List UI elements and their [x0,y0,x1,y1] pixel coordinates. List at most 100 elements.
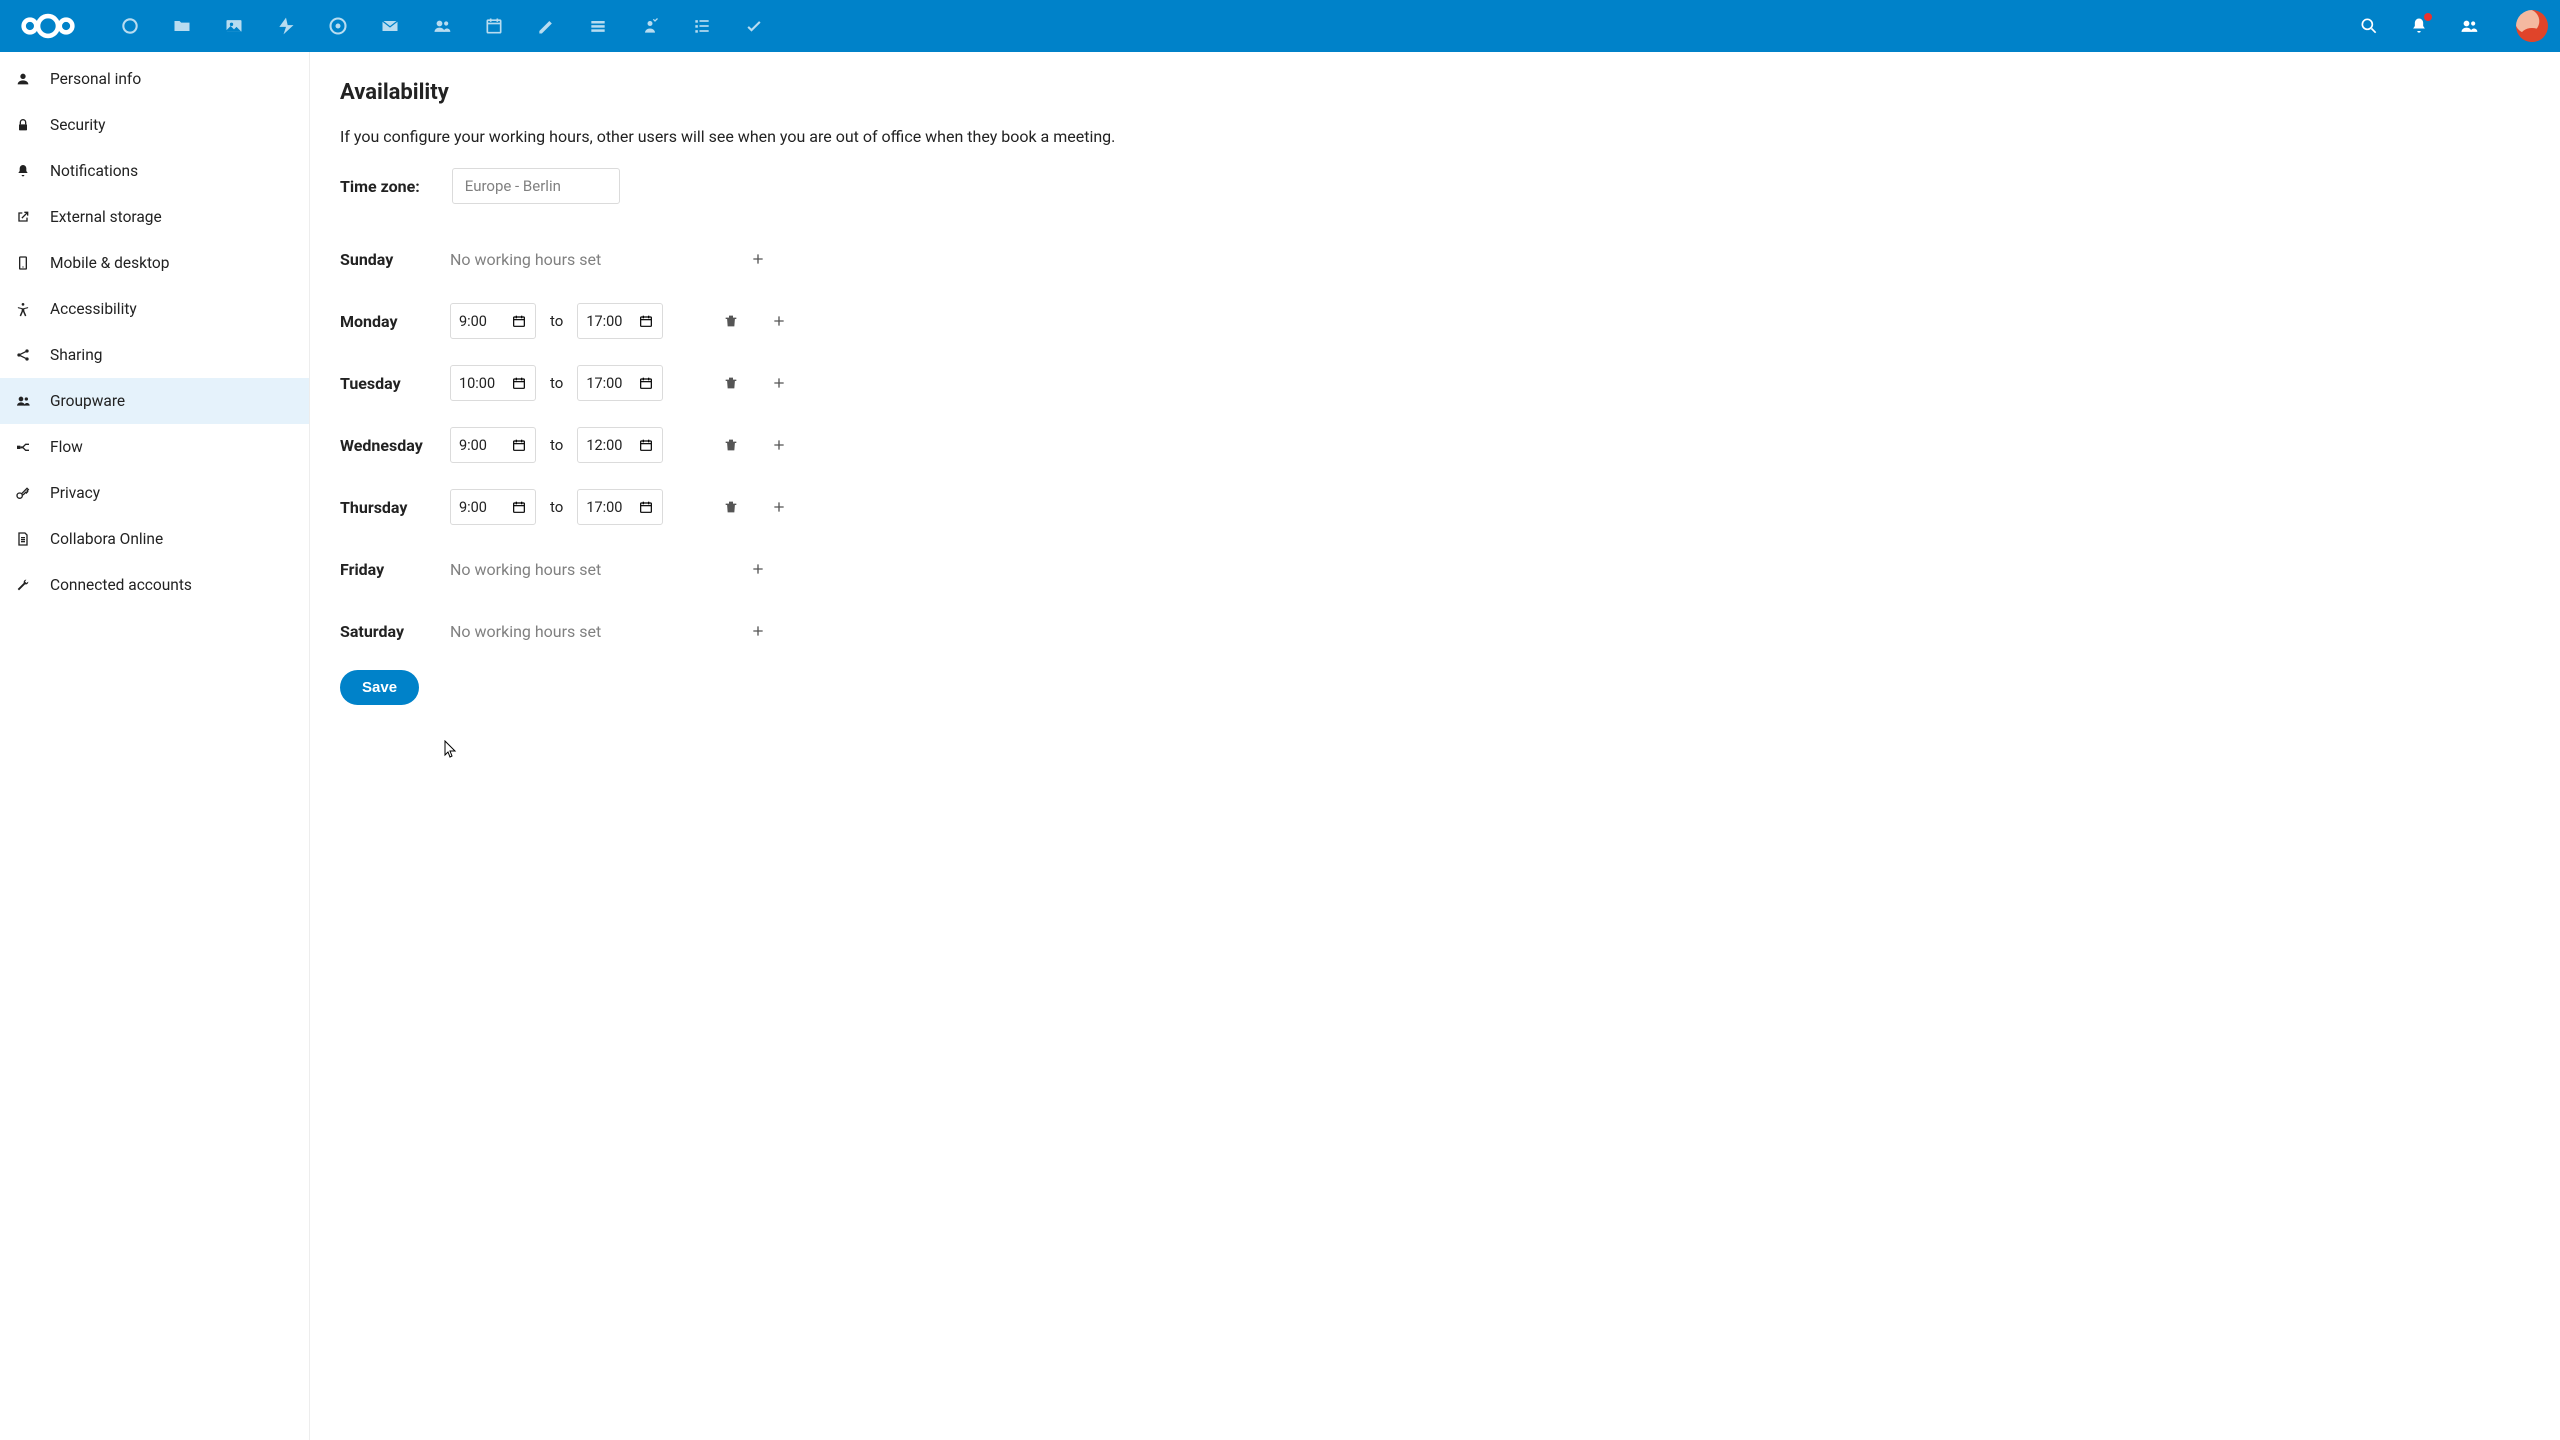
no-hours-text: No working hours set [450,560,740,579]
sidebar-item-label: Accessibility [50,300,137,318]
day-row-tuesday: Tuesday10:00to17:00 [340,352,2530,414]
sidebar-item-label: Mobile & desktop [50,254,169,272]
sidebar-item-label: External storage [50,208,162,226]
to-time-input[interactable]: 17:00 [577,303,663,339]
sidebar-item-connected-accounts[interactable]: Connected accounts [0,562,309,608]
sidebar-item-label: Groupware [50,392,125,410]
add-slot-button[interactable] [761,303,797,339]
nav-dashboard-icon[interactable] [104,0,156,52]
add-slot-button[interactable] [761,365,797,401]
add-slot-button[interactable] [740,551,776,587]
time-slot: 10:00to17:00 [450,365,797,401]
nav-talk-icon[interactable] [312,0,364,52]
to-time-input[interactable]: 17:00 [577,365,663,401]
from-time-input[interactable]: 9:00 [450,427,536,463]
nav-calendar-icon[interactable] [468,0,520,52]
to-time-input[interactable]: 12:00 [577,427,663,463]
timezone-row: Time zone: Europe - Berlin [340,168,2530,204]
nav-files-icon[interactable] [156,0,208,52]
day-label: Monday [340,312,450,331]
add-slot-button[interactable] [761,489,797,525]
sidebar-item-accessibility[interactable]: Accessibility [0,286,309,332]
calendar-icon [638,499,654,515]
sidebar-item-flow[interactable]: Flow [0,424,309,470]
to-time-value: 17:00 [586,313,622,330]
sidebar-item-label: Notifications [50,162,138,180]
from-time-value: 10:00 [459,375,495,392]
delete-slot-button[interactable] [713,303,749,339]
sidebar-item-privacy[interactable]: Privacy [0,470,309,516]
no-hours-text: No working hours set [450,622,740,641]
bell-icon [14,162,32,180]
sidebar-item-external-storage[interactable]: External storage [0,194,309,240]
group-icon [14,392,32,410]
to-label: to [550,436,563,454]
nav-deck-icon[interactable] [572,0,624,52]
sidebar-item-label: Collabora Online [50,530,163,548]
wrench-icon [14,576,32,594]
share-icon [14,346,32,364]
day-row-sunday: SundayNo working hours set [340,228,2530,290]
content-wrapper: Personal infoSecurity Notifications Extern… [0,52,2560,1440]
to-time-input[interactable]: 17:00 [577,489,663,525]
time-slot: 9:00 to 12:00 [450,427,797,463]
day-row-monday: Monday9:00 to 17:00 [340,290,2530,352]
nav-check-icon[interactable] [728,0,780,52]
add-slot-button[interactable] [740,241,776,277]
to-label: to [550,312,563,330]
calendar-icon [511,499,527,515]
nav-contacts2-icon[interactable] [624,0,676,52]
nav-mail-icon[interactable] [364,0,416,52]
lock-icon [14,116,32,134]
from-time-input[interactable]: 10:00 [450,365,536,401]
nav-contacts-icon[interactable] [416,0,468,52]
calendar-icon [638,375,654,391]
delete-slot-button[interactable] [713,489,749,525]
users-icon[interactable] [2458,15,2480,37]
sidebar-item-label: Sharing [50,346,102,364]
sidebar-item-notifications[interactable]: Notifications [0,148,309,194]
doc-icon [14,530,32,548]
calendar-icon [638,437,654,453]
sidebar-item-mobile-desktop[interactable]: Mobile & desktop [0,240,309,286]
page-description: If you configure your working hours, oth… [340,127,2530,146]
avatar[interactable] [2516,10,2548,42]
sidebar-item-personal-info[interactable]: Personal info [0,56,309,102]
from-time-input[interactable]: 9:00 [450,303,536,339]
sidebar-item-groupware[interactable]: Groupware [0,378,309,424]
time-slot: 9:00to17:00 [450,489,797,525]
sidebar-item-security[interactable]: Security [0,102,309,148]
timezone-select[interactable]: Europe - Berlin [452,168,620,204]
topbar-right [2358,10,2548,42]
sidebar-item-label: Privacy [50,484,100,502]
days-container: SundayNo working hours setMonday9:00to17… [340,228,2530,662]
flow-icon [14,438,32,456]
mobile-icon [14,254,32,272]
app-logo[interactable] [20,10,76,42]
day-label: Sunday [340,250,450,269]
nav-tasks-icon[interactable] [676,0,728,52]
notifications-icon[interactable] [2408,15,2430,37]
sidebar-item-collabora-online[interactable]: Collabora Online [0,516,309,562]
topbar [0,0,2560,52]
nav-notes-icon[interactable] [520,0,572,52]
delete-slot-button[interactable] [713,427,749,463]
time-slot: 9:00 to 17:00 [450,303,797,339]
sidebar-item-sharing[interactable]: Sharing [0,332,309,378]
calendar-icon [511,375,527,391]
sidebar-item-label: Flow [50,438,83,456]
calendar-icon [638,313,654,329]
search-icon[interactable] [2358,15,2380,37]
settings-sidebar: Personal infoSecurity Notifications Extern… [0,52,310,1440]
nav-activity-icon[interactable] [260,0,312,52]
add-slot-button[interactable] [740,613,776,649]
add-slot-button[interactable] [761,427,797,463]
to-time-value: 12:00 [586,437,622,454]
day-row-thursday: Thursday9:00to17:00 [340,476,2530,538]
save-button[interactable]: Save [340,670,419,705]
delete-slot-button[interactable] [713,365,749,401]
from-time-input[interactable]: 9:00 [450,489,536,525]
day-row-friday: FridayNo working hours set [340,538,2530,600]
nav-photos-icon[interactable] [208,0,260,52]
day-label: Wednesday [340,436,450,455]
